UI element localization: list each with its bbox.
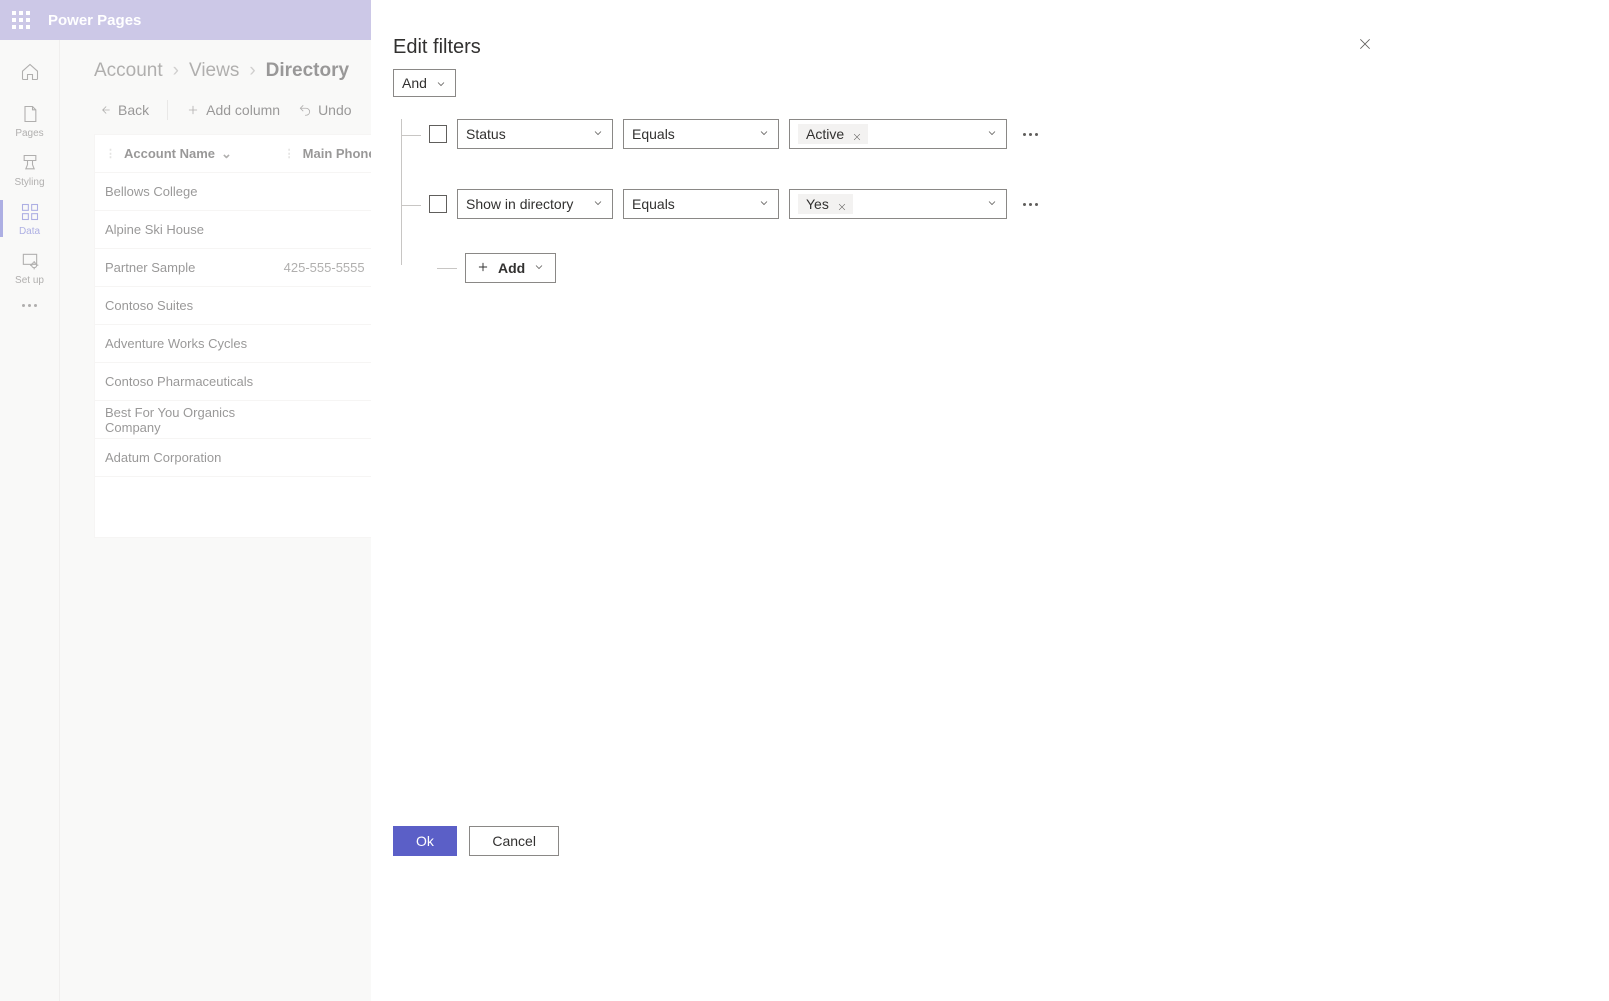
remove-tag-button[interactable] — [837, 199, 847, 209]
chevron-down-icon — [533, 260, 545, 276]
logic-operator-select[interactable]: And — [393, 69, 456, 97]
row-checkbox[interactable] — [429, 125, 447, 143]
chevron-down-icon — [986, 126, 998, 142]
tree-line — [401, 119, 402, 265]
close-icon — [1357, 36, 1373, 52]
operator-select[interactable]: Equals — [623, 189, 779, 219]
value-label: Yes — [806, 196, 829, 212]
add-label: Add — [498, 260, 525, 276]
filter-row: Show in directory Equals Yes — [429, 189, 1609, 219]
field-label: Status — [466, 126, 506, 142]
logic-operator-label: And — [402, 75, 427, 91]
value-tag: Active — [798, 124, 868, 144]
field-select[interactable]: Show in directory — [457, 189, 613, 219]
chevron-down-icon — [592, 126, 604, 142]
field-select[interactable]: Status — [457, 119, 613, 149]
edit-filters-panel: Edit filters And Status Equals — [371, 0, 1609, 1001]
operator-select[interactable]: Equals — [623, 119, 779, 149]
row-more-button[interactable] — [1017, 197, 1044, 212]
cancel-label: Cancel — [492, 833, 536, 849]
close-button[interactable] — [1357, 36, 1381, 60]
field-label: Show in directory — [466, 196, 573, 212]
filter-tree: Status Equals Active — [393, 119, 1609, 283]
value-tag: Yes — [798, 194, 853, 214]
chevron-down-icon — [592, 196, 604, 212]
row-checkbox[interactable] — [429, 195, 447, 213]
chevron-down-icon — [758, 196, 770, 212]
ok-label: Ok — [416, 833, 434, 849]
operator-label: Equals — [632, 126, 675, 142]
add-filter-button[interactable]: Add — [465, 253, 556, 283]
remove-tag-button[interactable] — [852, 129, 862, 139]
chevron-down-icon — [986, 196, 998, 212]
chevron-down-icon — [758, 126, 770, 142]
value-select[interactable]: Yes — [789, 189, 1007, 219]
chevron-down-icon — [435, 77, 447, 89]
panel-title: Edit filters — [393, 36, 1609, 59]
row-more-button[interactable] — [1017, 127, 1044, 142]
panel-footer: Ok Cancel — [393, 826, 559, 856]
value-select[interactable]: Active — [789, 119, 1007, 149]
cancel-button[interactable]: Cancel — [469, 826, 559, 856]
operator-label: Equals — [632, 196, 675, 212]
ok-button[interactable]: Ok — [393, 826, 457, 856]
plus-icon — [476, 260, 490, 277]
filter-row: Status Equals Active — [429, 119, 1609, 149]
value-label: Active — [806, 126, 844, 142]
